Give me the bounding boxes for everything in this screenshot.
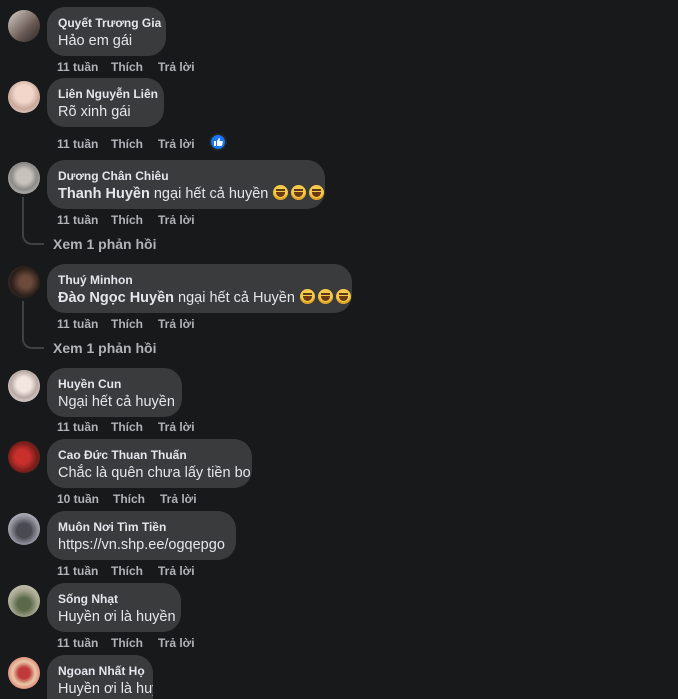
reply-button[interactable]: Trả lời — [158, 564, 195, 578]
comment-time[interactable]: 11 tuần — [57, 60, 98, 74]
rolling-laughing-emoji-icon — [299, 289, 315, 304]
like-button[interactable]: Thích — [113, 492, 145, 506]
avatar[interactable] — [8, 162, 40, 194]
comment-time[interactable]: 10 tuần — [57, 492, 99, 506]
comment-bubble: Dương Chân Chiêu Thanh Huyền ngại hết cả… — [47, 160, 325, 209]
like-button[interactable]: Thích — [111, 60, 143, 74]
comment-author[interactable]: Thuý Minhon — [58, 272, 340, 288]
comment-time[interactable]: 11 tuần — [57, 636, 98, 650]
thread-line — [22, 301, 24, 339]
comment-bubble: Sống Nhạt Huyền ơi là huyền — [47, 583, 181, 632]
reply-button[interactable]: Trả lời — [158, 420, 195, 434]
avatar[interactable] — [8, 370, 40, 402]
avatar[interactable] — [8, 81, 40, 113]
comment-text: Rõ xinh gái — [58, 104, 131, 120]
comment-time[interactable]: 11 tuần — [57, 213, 98, 227]
comment-author[interactable]: Muôn Nơi Tìm Tiền — [58, 519, 224, 535]
comment-author[interactable]: Sống Nhạt — [58, 591, 169, 607]
comment-time[interactable]: 11 tuần — [57, 137, 98, 151]
mention-link[interactable]: Đào Ngọc Huyền — [58, 290, 174, 306]
comment-bubble: Muôn Nơi Tìm Tiền https://vn.shp.ee/ogqe… — [47, 511, 236, 560]
comment-bubble: Liên Nguyễn Liên Rõ xinh gái — [47, 78, 164, 127]
comment-body: ngại hết cả Huyền — [174, 290, 295, 306]
comment-bubble: Thuý Minhon Đào Ngọc Huyền ngại hết cả H… — [47, 264, 352, 313]
comment-time[interactable]: 11 tuần — [57, 420, 98, 434]
comment-bubble: Quyết Trương Gia Hảo em gái — [47, 7, 166, 56]
like-button[interactable]: Thích — [111, 213, 143, 227]
comment-text: Thanh Huyền ngại hết cả huyền — [58, 184, 325, 204]
comment-text: Chắc là quên chưa lấy tiền bo — [58, 465, 251, 481]
reply-button[interactable]: Trả lời — [158, 213, 195, 227]
like-button[interactable]: Thích — [111, 564, 143, 578]
avatar[interactable] — [8, 513, 40, 545]
reply-button[interactable]: Trả lời — [158, 317, 195, 331]
avatar[interactable] — [8, 266, 40, 298]
rolling-laughing-emoji-icon — [335, 289, 351, 304]
comment-author[interactable]: Dương Chân Chiêu — [58, 168, 313, 184]
avatar[interactable] — [8, 441, 40, 473]
comment-author[interactable]: Huyền Cun — [58, 376, 170, 392]
comment-text: Đào Ngọc Huyền ngại hết cả Huyền — [58, 288, 351, 308]
comment-author[interactable]: Liên Nguyễn Liên — [58, 86, 158, 102]
avatar[interactable] — [8, 10, 40, 42]
avatar[interactable] — [8, 585, 40, 617]
comment-body: ngại hết cả huyền — [149, 186, 269, 202]
reply-button[interactable]: Trả lời — [158, 636, 195, 650]
rolling-laughing-emoji-icon — [309, 185, 325, 200]
reply-button[interactable]: Trả lời — [160, 492, 197, 506]
mention-link[interactable]: Thanh Huyền — [58, 186, 150, 202]
comment-text[interactable]: https://vn.shp.ee/ogqepgo — [58, 535, 225, 555]
view-replies-link[interactable]: Xem 1 phản hồi — [53, 340, 156, 356]
like-button[interactable]: Thích — [111, 317, 143, 331]
comment-bubble: Huyền Cun Ngại hết cả huyền — [47, 368, 182, 417]
like-reaction-icon[interactable] — [209, 133, 227, 151]
avatar[interactable] — [8, 657, 40, 689]
rolling-laughing-emoji-icon — [291, 185, 307, 200]
rolling-laughing-emoji-icon — [317, 289, 333, 304]
comment-bubble: Ngoan Nhất Họ Huyền ơi là huyền — [47, 655, 153, 699]
comment-author[interactable]: Cao Đức Thuan Thuấn — [58, 447, 240, 463]
comment-text: Huyền ơi là huyền — [58, 609, 176, 625]
reply-button[interactable]: Trả lời — [158, 137, 195, 151]
thread-curve — [22, 337, 44, 349]
comment-author[interactable]: Quyết Trương Gia — [58, 15, 161, 31]
comment-bubble: Cao Đức Thuan Thuấn Chắc là quên chưa lấ… — [47, 439, 252, 488]
reply-button[interactable]: Trả lời — [158, 60, 195, 74]
rolling-laughing-emoji-icon — [273, 185, 289, 200]
comment-text: Hảo em gái — [58, 33, 133, 49]
like-button[interactable]: Thích — [111, 420, 143, 434]
like-button[interactable]: Thích — [111, 137, 143, 151]
comment-time[interactable]: 11 tuần — [57, 317, 98, 331]
comment-text: Huyền ơi là huyền — [58, 681, 153, 697]
comment-author[interactable]: Ngoan Nhất Họ — [58, 663, 145, 679]
thread-curve — [22, 233, 44, 245]
view-replies-link[interactable]: Xem 1 phản hồi — [53, 236, 156, 252]
thread-line — [22, 197, 24, 235]
like-button[interactable]: Thích — [111, 636, 143, 650]
comment-time[interactable]: 11 tuần — [57, 564, 98, 578]
comment-text: Ngại hết cả huyền — [58, 394, 175, 410]
